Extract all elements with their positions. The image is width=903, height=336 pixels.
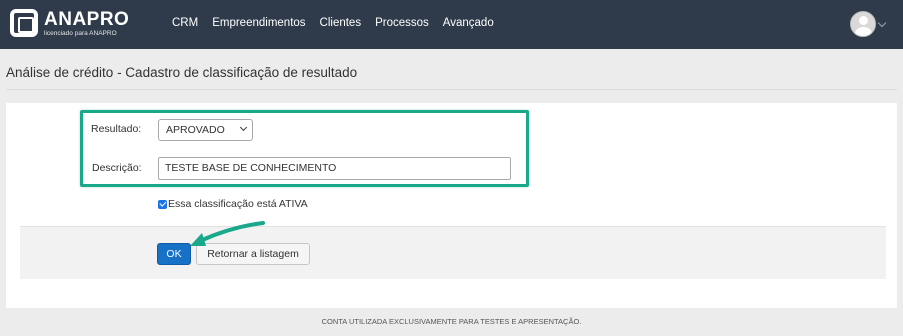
user-avatar-icon[interactable] bbox=[850, 11, 876, 37]
footer-note: CONTA UTILIZADA EXCLUSIVAMENTE PARA TEST… bbox=[321, 317, 582, 326]
nav-empreendimentos[interactable]: Empreendimentos bbox=[212, 17, 305, 29]
chevron-down-icon bbox=[239, 123, 248, 132]
resultado-label: Resultado: bbox=[91, 123, 142, 135]
page-title: Análise de crédito - Cadastro de classif… bbox=[6, 65, 358, 80]
brand-logo-link[interactable]: ANAPRO licenciado para ANAPRO bbox=[10, 9, 129, 39]
brand-name: ANAPRO bbox=[44, 9, 130, 30]
descricao-label: Descrição: bbox=[92, 162, 142, 174]
resultado-select[interactable]: APROVADO bbox=[158, 119, 253, 141]
main-menu: CRM Empreendimentos Clientes Processos A… bbox=[172, 17, 508, 29]
brand-text: ANAPRO licenciado para ANAPRO bbox=[44, 9, 129, 38]
chevron-down-icon bbox=[877, 18, 887, 27]
annotation-arrow-icon bbox=[190, 221, 265, 246]
brand-subtitle: licenciado para ANAPRO bbox=[44, 30, 117, 37]
nav-processos[interactable]: Processos bbox=[375, 17, 429, 29]
ativa-checkbox-label[interactable]: Essa classificação está ATIVA bbox=[168, 198, 308, 210]
resultado-selected-value: APROVADO bbox=[166, 124, 225, 136]
anapro-logo-icon bbox=[10, 9, 38, 37]
ativa-checkbox[interactable] bbox=[158, 199, 167, 209]
form-actions: OK Retornar a listagem bbox=[20, 226, 886, 279]
descricao-input[interactable]: TESTE BASE DE CONHECIMENTO bbox=[158, 157, 511, 180]
user-menu[interactable] bbox=[850, 11, 887, 37]
title-divider bbox=[6, 89, 897, 90]
ativa-checkbox-row: Essa classificação está ATIVA bbox=[158, 198, 308, 210]
nav-clientes[interactable]: Clientes bbox=[320, 17, 362, 29]
nav-crm[interactable]: CRM bbox=[172, 17, 198, 29]
top-navbar: ANAPRO licenciado para ANAPRO CRM Empree… bbox=[0, 0, 903, 49]
form-panel: Resultado: APROVADO Descrição: TESTE BAS… bbox=[6, 103, 897, 308]
nav-avancado[interactable]: Avançado bbox=[443, 17, 494, 29]
